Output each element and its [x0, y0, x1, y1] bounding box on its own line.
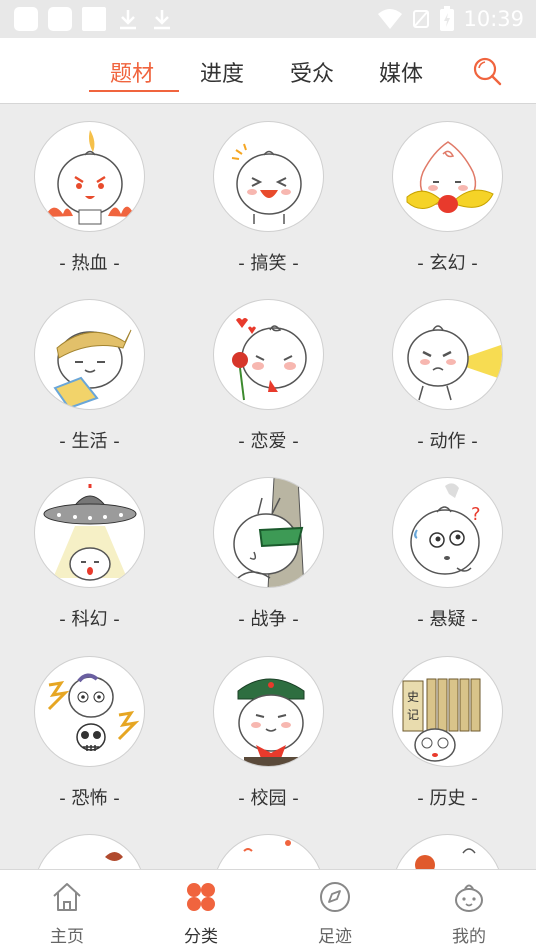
notification-icons: [14, 7, 174, 31]
home-icon: [53, 883, 81, 911]
battery-icon: [440, 6, 455, 31]
category-item[interactable]: - 热血 -: [0, 105, 179, 283]
svg-text:史: 史: [407, 690, 419, 704]
category-item[interactable]: - 战争 -: [179, 461, 358, 639]
category-label: - 历史 -: [417, 788, 478, 809]
category-item[interactable]: - 动作 -: [358, 283, 536, 461]
download-icon: [116, 7, 140, 31]
category-item[interactable]: [0, 818, 179, 869]
rose-bun-icon: [213, 299, 324, 410]
category-item[interactable]: - 校园 -: [179, 640, 358, 818]
category-item[interactable]: - 生活 -: [0, 283, 179, 461]
search-icon[interactable]: [470, 54, 504, 88]
tab-media[interactable]: 媒体: [379, 56, 423, 88]
soldier-bun-icon: [213, 477, 324, 588]
nav-label: 主页: [50, 927, 84, 947]
category-item[interactable]: - 恐怖 -: [0, 640, 179, 818]
category-item[interactable]: - 恋爱 -: [179, 283, 358, 461]
tab-theme[interactable]: 题材: [110, 56, 154, 88]
tab-progress[interactable]: 进度: [200, 56, 244, 88]
bandana-bun-icon: [34, 299, 145, 410]
profile-icon: [455, 884, 483, 912]
category-label: - 热血 -: [59, 253, 120, 274]
nav-footprint[interactable]: 足迹: [268, 870, 402, 952]
download-icon: [150, 7, 174, 31]
category-label: - 科幻 -: [59, 609, 120, 630]
bottom-navigation: 主页 分类 足迹 我的: [0, 869, 536, 952]
system-icons: 10:39: [377, 6, 524, 32]
category-item[interactable]: ? - 悬疑 -: [358, 461, 536, 639]
next-category-icon: [213, 834, 324, 869]
svg-text:记: 记: [407, 708, 419, 722]
svg-text:?: ?: [471, 504, 481, 525]
category-label: - 搞笑 -: [238, 253, 299, 274]
category-icon: [187, 883, 215, 911]
ufo-bun-icon: [34, 477, 145, 588]
next-category-icon: [34, 834, 145, 869]
category-item[interactable]: - 搞笑 -: [179, 105, 358, 283]
category-item[interactable]: 史 记 - 历史 -: [358, 640, 536, 818]
category-label: - 战争 -: [238, 609, 299, 630]
scroll-bun-icon: 史 记: [392, 656, 503, 767]
nav-label: 我的: [452, 927, 486, 947]
tab-audience[interactable]: 受众: [290, 56, 334, 88]
active-tab-indicator: [89, 90, 179, 92]
nav-home[interactable]: 主页: [0, 870, 134, 952]
category-tab-bar: 题材 进度 受众 媒体: [0, 38, 536, 104]
ribbon-bun-icon: [392, 121, 503, 232]
notification-app-icon: [82, 7, 106, 31]
nav-label: 分类: [184, 927, 218, 947]
status-bar: 10:39: [0, 0, 536, 38]
compass-icon: [320, 882, 350, 912]
nav-label: 足迹: [318, 927, 352, 947]
nav-category[interactable]: 分类: [134, 870, 268, 952]
notification-app-icon: [14, 7, 38, 31]
student-bun-icon: [213, 656, 324, 767]
category-label: - 悬疑 -: [417, 609, 478, 630]
category-label: - 生活 -: [59, 431, 120, 452]
wifi-icon: [378, 9, 403, 29]
laser-bun-icon: [392, 299, 503, 410]
category-grid: - 热血 - - 搞笑 - - 玄幻 - - 生活 - - 恋爱 - - 动作 …: [0, 105, 536, 869]
confused-bun-icon: ?: [392, 477, 503, 588]
no-signal-icon: [413, 10, 430, 28]
category-label: - 校园 -: [238, 788, 299, 809]
category-label: - 玄幻 -: [417, 253, 478, 274]
skull-bun-icon: [34, 656, 145, 767]
category-item[interactable]: - 玄幻 -: [358, 105, 536, 283]
category-label: - 恐怖 -: [59, 788, 120, 809]
category-label: - 动作 -: [417, 431, 478, 452]
category-item[interactable]: - 科幻 -: [0, 461, 179, 639]
notification-app-icon: [48, 7, 72, 31]
clock: 10:39: [463, 7, 524, 31]
category-label: - 恋爱 -: [238, 431, 299, 452]
category-item[interactable]: [179, 818, 358, 869]
category-item[interactable]: [358, 818, 536, 869]
laughing-bun-icon: [213, 121, 324, 232]
next-category-icon: [392, 834, 503, 869]
nav-mine[interactable]: 我的: [402, 870, 536, 952]
fire-bun-icon: [34, 121, 145, 232]
